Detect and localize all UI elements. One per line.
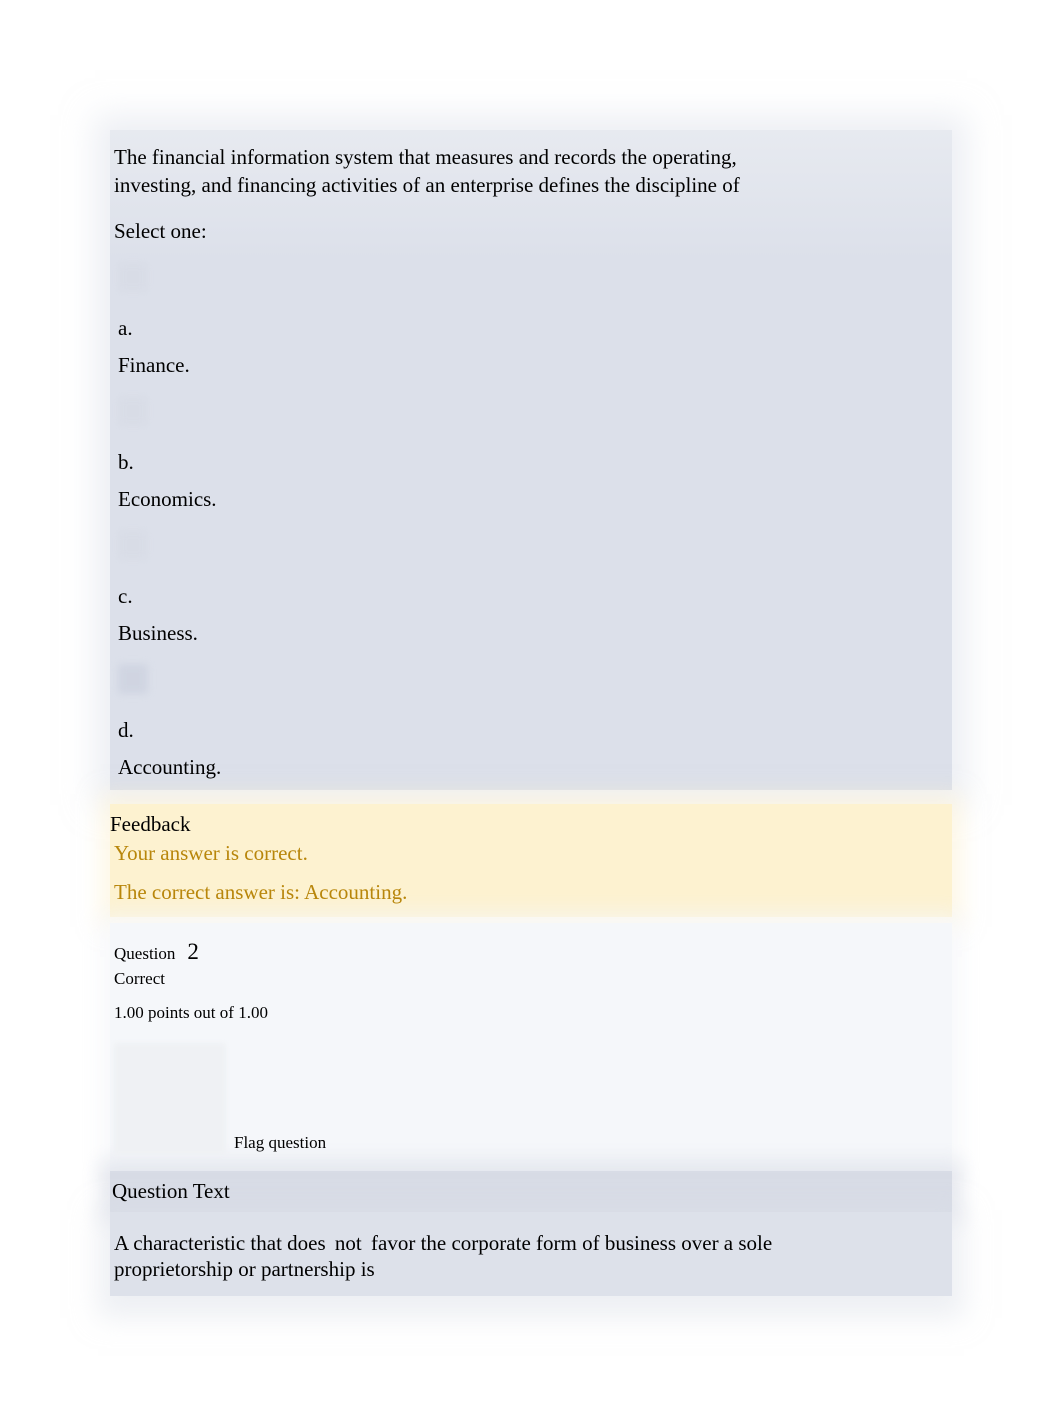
option-a-label: a. [114, 292, 948, 341]
radio-icon[interactable] [118, 396, 148, 426]
question-1-text-line-1: The financial information system that me… [110, 144, 952, 170]
q2-body-part3: proprietorship or partnership is [114, 1257, 375, 1281]
flag-icon[interactable] [114, 1043, 226, 1155]
option-a: a. Finance. [110, 262, 952, 378]
question-2-body: A characteristic that does not favor the… [110, 1212, 952, 1297]
feedback-correct-line: Your answer is correct. [110, 839, 952, 866]
feedback-heading: Feedback [110, 812, 952, 839]
q2-body-not: not [331, 1231, 366, 1255]
feedback-answer-line: The correct answer is: Accounting. [110, 866, 952, 905]
question-number: 2 [187, 939, 199, 965]
option-b-text: Economics. [114, 475, 948, 512]
flag-question-link[interactable]: Flag question [234, 1133, 326, 1155]
question-1-body: The financial information system that me… [110, 130, 952, 790]
question-status: Correct [114, 965, 948, 989]
question-1-text-line-2: investing, and financing activities of a… [110, 172, 952, 198]
question-text-heading: Question Text [110, 1171, 952, 1212]
question-2-header: Question 2 Correct 1.00 points out of 1.… [110, 923, 952, 1171]
option-b-label: b. [114, 426, 948, 475]
flag-row: Flag question [114, 1023, 948, 1161]
question-word: Question [114, 944, 175, 964]
option-d-label: d. [114, 694, 948, 743]
q2-body-part2: favor the corporate form of business ove… [371, 1231, 772, 1255]
radio-icon[interactable] [118, 262, 148, 292]
option-d-text: Accounting. [114, 743, 948, 780]
radio-icon[interactable] [118, 530, 148, 560]
q2-body-part1: A characteristic that does [114, 1231, 326, 1255]
option-c-label: c. [114, 560, 948, 609]
select-one-label: Select one: [110, 201, 952, 244]
option-b: b. Economics. [110, 396, 952, 512]
option-c: c. Business. [110, 530, 952, 646]
option-c-text: Business. [114, 609, 948, 646]
radio-icon[interactable] [118, 664, 148, 694]
option-a-text: Finance. [114, 341, 948, 378]
option-d: d. Accounting. [110, 664, 952, 780]
feedback-block: Feedback Your answer is correct. The cor… [110, 804, 952, 917]
question-points: 1.00 points out of 1.00 [114, 989, 948, 1023]
